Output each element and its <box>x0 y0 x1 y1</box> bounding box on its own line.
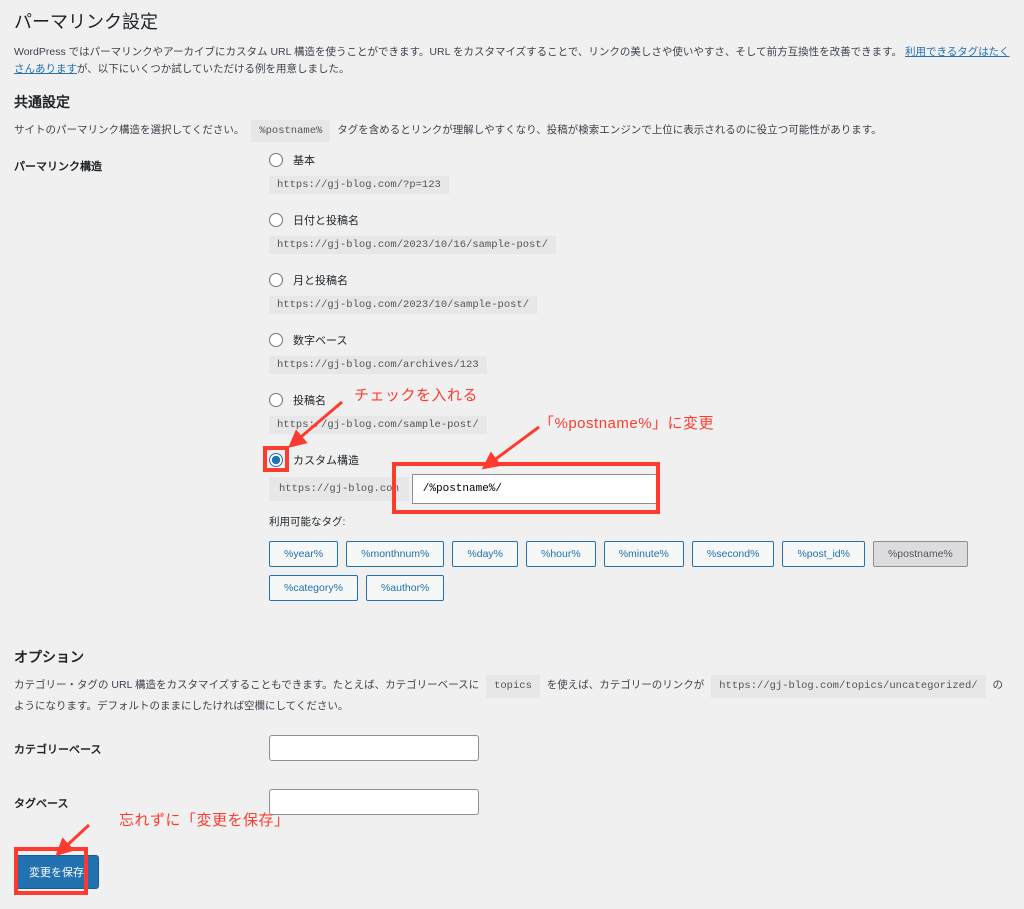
category-base-input[interactable] <box>269 735 479 761</box>
tag-button[interactable]: %day% <box>452 541 518 567</box>
option-desc-before: カテゴリー・タグの URL 構造をカスタマイズすることもできます。たとえば、カテ… <box>14 679 479 691</box>
permalink-structure-label: パーマリンク構造 <box>14 152 269 174</box>
annotation-arrow-save <box>54 820 94 860</box>
option-section-heading: オプション <box>14 647 1010 667</box>
example-url-code: https://gj-blog.com/topics/uncategorized… <box>711 675 985 698</box>
tag-button[interactable]: %author% <box>366 575 444 601</box>
common-desc-before: サイトのパーマリンク構造を選択してください。 <box>14 124 244 136</box>
tag-button[interactable]: %hour% <box>526 541 596 567</box>
tag-base-label: タグベース <box>14 789 269 811</box>
tag-button[interactable]: %second% <box>692 541 775 567</box>
permalink-structure-body: 基本 https://gj-blog.com/?p=123 日付と投稿名 htt… <box>269 152 1010 619</box>
annotation-save: 忘れずに「変更を保存」 <box>119 809 290 830</box>
permalink-option-radio[interactable] <box>269 273 283 287</box>
category-base-label: カテゴリーベース <box>14 735 269 757</box>
permalink-option-example: https://gj-blog.com/2023/10/sample-post/ <box>269 296 537 314</box>
annotation-check: チェックを入れる <box>354 384 478 405</box>
tag-button[interactable]: %category% <box>269 575 358 601</box>
permalink-option-example: https://gj-blog.com/2023/10/16/sample-po… <box>269 236 556 254</box>
intro-before: WordPress ではパーマリンクやアーカイブにカスタム URL 構造を使うこ… <box>14 46 902 58</box>
permalink-option-label: 日付と投稿名 <box>293 212 359 228</box>
permalink-option-label: 基本 <box>293 152 315 168</box>
permalink-option-radio[interactable] <box>269 393 283 407</box>
tag-button[interactable]: %post_id% <box>782 541 865 567</box>
permalink-option-radio[interactable] <box>269 213 283 227</box>
permalink-structure-row: パーマリンク構造 基本 https://gj-blog.com/?p=123 日… <box>14 152 1010 619</box>
tag-button[interactable]: %postname% <box>873 541 968 567</box>
custom-structure-radio[interactable] <box>269 453 283 467</box>
custom-structure-prefix: https://gj-blog.com <box>269 477 409 501</box>
tag-base-input[interactable] <box>269 789 479 815</box>
option-desc-mid: を使えば、カテゴリーのリンクが <box>547 679 705 691</box>
tag-button[interactable]: %year% <box>269 541 338 567</box>
page-title: パーマリンク設定 <box>14 8 1010 34</box>
available-tags-row: %year% %monthnum% %day% %hour% %minute% %seco… <box>269 541 1010 601</box>
annotation-postname: 「%postname%」に変更 <box>539 412 714 433</box>
common-settings-heading: 共通設定 <box>14 92 1010 112</box>
tag-button[interactable]: %monthnum% <box>346 541 444 567</box>
tag-button[interactable]: %minute% <box>604 541 684 567</box>
common-settings-desc: サイトのパーマリンク構造を選択してください。 %postname% タグを含める… <box>14 120 1010 143</box>
permalink-option: 基本 https://gj-blog.com/?p=123 <box>269 152 1010 194</box>
topics-code: topics <box>486 675 540 698</box>
permalink-option-label: 投稿名 <box>293 392 326 408</box>
intro-text: WordPress ではパーマリンクやアーカイブにカスタム URL 構造を使うこ… <box>14 44 1010 78</box>
option-section-desc: カテゴリー・タグの URL 構造をカスタマイズすることもできます。たとえば、カテ… <box>14 675 1010 715</box>
permalink-option-label: 月と投稿名 <box>293 272 348 288</box>
permalink-option-radio[interactable] <box>269 153 283 167</box>
permalink-option: 数字ベース https://gj-blog.com/archives/123 <box>269 332 1010 374</box>
save-button[interactable]: 変更を保存 <box>14 855 99 889</box>
intro-after: が、以下にいくつか試していただける例を用意しました。 <box>77 63 349 75</box>
permalink-option-custom: カスタム構造 https://gj-blog.com 利用可能なタグ: %yea… <box>269 452 1010 601</box>
permalink-option-example: https://gj-blog.com/?p=123 <box>269 176 449 194</box>
permalink-option: 日付と投稿名 https://gj-blog.com/2023/10/16/sa… <box>269 212 1010 254</box>
available-tags-label: 利用可能なタグ: <box>269 514 1010 529</box>
permalink-option-radio[interactable] <box>269 333 283 347</box>
tag-base-row: タグベース 忘れずに「変更を保存」 <box>14 789 1010 815</box>
custom-structure-label: カスタム構造 <box>293 452 359 468</box>
permalink-option-label: 数字ベース <box>293 332 347 348</box>
category-base-row: カテゴリーベース <box>14 735 1010 761</box>
custom-structure-input[interactable] <box>412 474 657 504</box>
postname-inline-tag: %postname% <box>251 120 330 143</box>
common-desc-after: タグを含めるとリンクが理解しやすくなり、投稿が検索エンジンで上位に表示されるのに… <box>337 124 881 136</box>
permalink-option-example: https://gj-blog.com/archives/123 <box>269 356 487 374</box>
permalink-option-example: https://gj-blog.com/sample-post/ <box>269 416 487 434</box>
permalink-option: 月と投稿名 https://gj-blog.com/2023/10/sample… <box>269 272 1010 314</box>
